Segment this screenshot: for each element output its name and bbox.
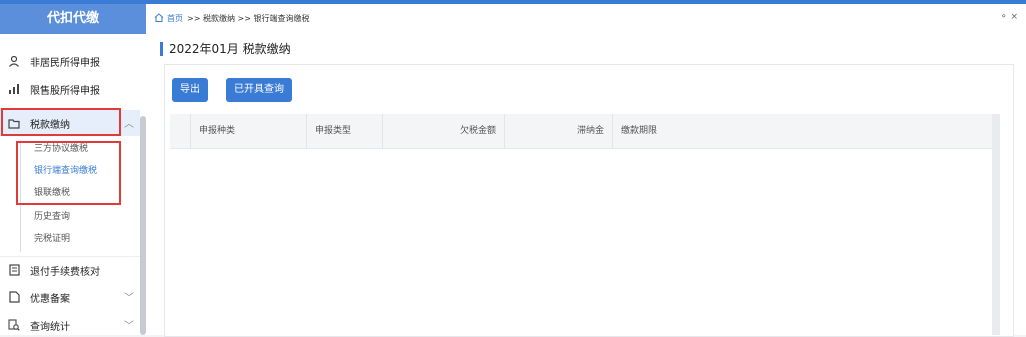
- sidebar-item-label: 退付手续费核对: [30, 266, 100, 278]
- highlight-box-tax-payment: [1, 108, 121, 136]
- sidebar-item-fee-check[interactable]: 退付手续费核对: [0, 256, 140, 283]
- issued-query-button[interactable]: 已开具查询: [226, 78, 292, 102]
- file-icon: [6, 289, 22, 305]
- breadcrumb: 首页 >> 税款缴纳 >> 银行端查询缴税 ⚬ ×: [146, 4, 1026, 33]
- sidebar-item-nonresident-income[interactable]: 非居民所得申报: [0, 48, 140, 74]
- sidebar-item-label: 非居民所得申报: [30, 57, 100, 69]
- search-doc-icon: [6, 317, 22, 333]
- sidebar-item-query-stats[interactable]: 查询统计 ﹀: [0, 312, 140, 335]
- sidebar-item-restricted-shares[interactable]: 限售股所得申报: [0, 76, 140, 102]
- column-header-declaration-type[interactable]: 申报类型: [306, 114, 382, 148]
- home-icon[interactable]: [154, 13, 164, 24]
- highlight-box-submenu: [16, 141, 121, 205]
- table-header-checkbox-col: [170, 114, 190, 148]
- column-header-tax-arrears[interactable]: 欠税金额: [382, 114, 504, 148]
- sidebar-item-label: 限售股所得申报: [30, 85, 100, 97]
- sidebar-item-preferential-filing[interactable]: 优惠备案 ﹀: [0, 284, 140, 310]
- column-header-late-fee[interactable]: 滞纳金: [504, 114, 612, 148]
- user-icon: [6, 53, 22, 69]
- sidebar-item-label: 查询统计: [30, 321, 70, 333]
- sidebar: 代扣代缴 非居民所得申报 限售股所得申报 税款缴纳 ︿ 三方协议缴税 银行端查询…: [0, 4, 147, 335]
- breadcrumb-home-link[interactable]: 首页: [167, 13, 183, 24]
- table-container: [164, 64, 1014, 337]
- chevron-down-icon[interactable]: ﹀: [124, 317, 134, 332]
- column-header-declaration-category[interactable]: 申报种类: [190, 114, 306, 148]
- column-header-payment-deadline[interactable]: 缴款期限: [612, 114, 992, 148]
- export-button[interactable]: 导出: [172, 78, 208, 102]
- sidebar-item-label: 优惠备案: [30, 293, 70, 305]
- submenu-item-history[interactable]: 历史查询: [34, 208, 70, 226]
- breadcrumb-path: >> 税款缴纳 >> 银行端查询缴税: [187, 14, 310, 23]
- bar-chart-icon: [6, 81, 22, 97]
- document-icon: [6, 262, 22, 278]
- chevron-up-icon[interactable]: ︿: [124, 115, 134, 130]
- page-title: 2022年01月 税款缴纳: [160, 42, 291, 56]
- breadcrumb-trail: 首页 >> 税款缴纳 >> 银行端查询缴税: [154, 13, 309, 24]
- chevron-down-icon[interactable]: ﹀: [124, 289, 134, 304]
- table-header: 申报种类 申报类型 欠税金额 滞纳金 缴款期限: [170, 114, 992, 149]
- table-scrollbar[interactable]: [992, 114, 1000, 335]
- sidebar-title: 代扣代缴: [0, 4, 146, 34]
- window-controls[interactable]: ⚬ ×: [1000, 12, 1018, 22]
- submenu-item-tax-certificate[interactable]: 完税证明: [34, 230, 70, 248]
